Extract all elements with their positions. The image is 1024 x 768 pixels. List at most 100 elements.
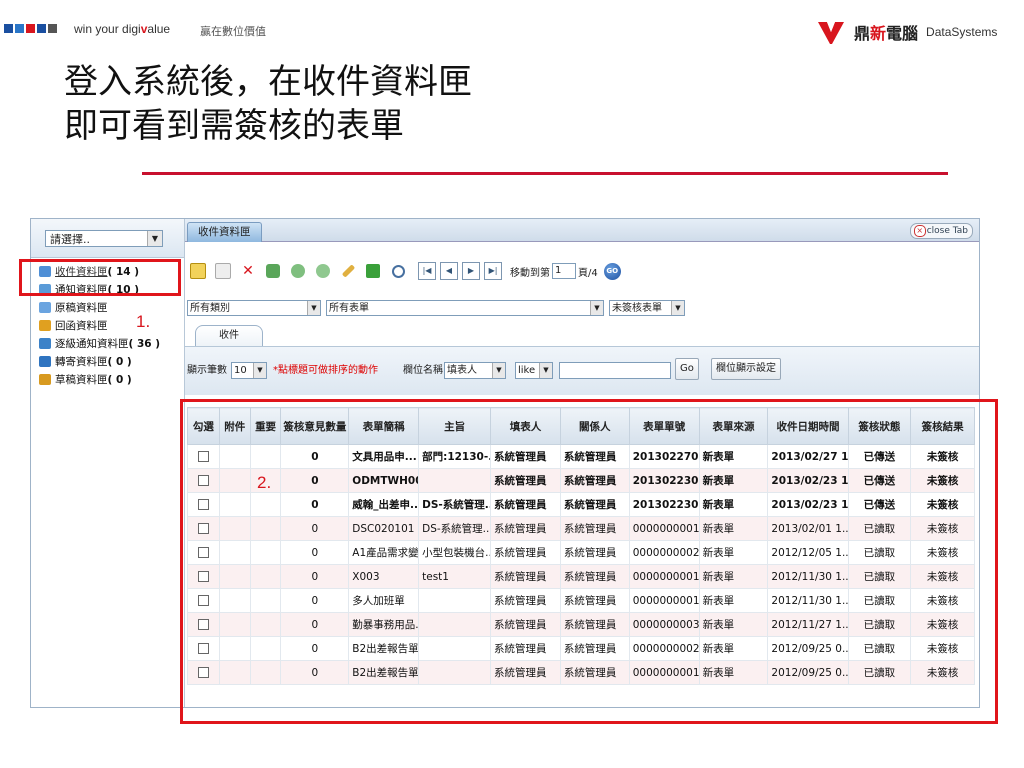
operator-select[interactable]: like ▼: [515, 362, 553, 379]
edit-button[interactable]: [339, 262, 357, 280]
col-header-source[interactable]: 表單來源: [698, 407, 769, 445]
cell-attachment: [218, 612, 251, 637]
col-header-subject[interactable]: 主旨: [418, 407, 492, 445]
col-header-attachment[interactable]: 附件: [218, 407, 251, 445]
prev-page-button[interactable]: ◀: [440, 262, 458, 280]
search-input[interactable]: [559, 362, 671, 379]
sidebar-item-escalation[interactable]: 逐級通知資料匣( 36 ): [31, 335, 184, 353]
chevron-down-icon: ▼: [307, 301, 320, 315]
row-checkbox[interactable]: [197, 595, 209, 606]
cell-filler: 系統管理員: [490, 516, 561, 541]
cell-sign-status: 已讀取: [847, 612, 912, 637]
title-underline: [142, 172, 948, 175]
cell-subject: [418, 636, 492, 661]
row-checkbox[interactable]: [197, 667, 209, 678]
reload-button[interactable]: [364, 262, 382, 280]
col-header-related[interactable]: 關係人: [559, 407, 630, 445]
row-checkbox[interactable]: [197, 523, 209, 534]
new-form-button[interactable]: [189, 262, 207, 280]
row-checkbox[interactable]: [197, 451, 209, 462]
cell-select: [187, 492, 220, 517]
row-checkbox[interactable]: [197, 475, 209, 486]
row-checkbox[interactable]: [197, 499, 209, 510]
sidebar-item-label: 逐級通知資料匣: [55, 338, 129, 350]
table-row[interactable]: 0威翰_出差申...DS-系統管理...系統管理員系統管理員2013022300…: [187, 492, 975, 517]
sidebar-item-draft-original[interactable]: 原稿資料匣: [31, 299, 184, 317]
column-settings-button[interactable]: 欄位顯示設定: [711, 358, 781, 380]
delete-form-button[interactable]: [214, 262, 232, 280]
table-row[interactable]: 0 B2出差報告單 系統管理員 系統管理員 0000000002 新表單 2012/09/2…: [187, 636, 975, 661]
col-header-form-no[interactable]: 表單單號: [628, 407, 700, 445]
tab-inbox[interactable]: 收件資料匣: [187, 222, 262, 242]
row-checkbox[interactable]: [197, 547, 209, 558]
pagination: |◀ ◀ ▶ ▶|: [418, 262, 506, 280]
table-header-row: 勾選 附件 重要 簽核意見數量 表單簡稱 主旨 填表人 關係人 表單單號 表單來…: [187, 407, 975, 445]
table-row[interactable]: 0文具用品申...部門:12130-...系統管理員系統管理員201302270…: [187, 444, 975, 469]
search-go-button[interactable]: Go: [675, 358, 699, 380]
go-page-button[interactable]: GO: [603, 262, 621, 280]
inbox-table: 勾選 附件 重要 簽核意見數量 表單簡稱 主旨 填表人 關係人 表單單號 表單來…: [187, 407, 975, 685]
tab-receive[interactable]: 收件: [195, 325, 263, 346]
cell-filler: 系統管理員: [490, 588, 561, 613]
col-header-select[interactable]: 勾選: [187, 407, 220, 445]
next-page-button[interactable]: ▶: [462, 262, 480, 280]
cell-sign-result: 未簽核: [910, 564, 975, 589]
form-select[interactable]: 所有表單 ▼: [326, 300, 604, 316]
cell-select: [187, 636, 220, 661]
table-row[interactable]: 0A1產品需求變...小型包裝機台...系統管理員系統管理員0000000002…: [187, 540, 975, 565]
refresh-button[interactable]: [289, 262, 307, 280]
remove-button[interactable]: ✕: [239, 262, 257, 280]
cell-related: 系統管理員: [559, 588, 630, 613]
col-header-comment-count[interactable]: 簽核意見數量: [280, 407, 350, 445]
row-checkbox[interactable]: [197, 619, 209, 630]
col-header-received-at[interactable]: 收件日期時間: [767, 407, 849, 445]
row-checkbox[interactable]: [197, 571, 209, 582]
table-row[interactable]: 0 B2出差報告單 系統管理員 系統管理員 0000000001 新表單 2012/09/2…: [187, 660, 975, 685]
sidebar-item-drafts[interactable]: 草稿資料匣( 0 ): [31, 371, 184, 389]
sidebar-item-reply[interactable]: 回函資料匣: [31, 317, 184, 335]
page-size-select[interactable]: 10 ▼: [231, 362, 267, 379]
sidebar-item-forward[interactable]: 轉寄資料匣( 0 ): [31, 353, 184, 371]
col-header-important[interactable]: 重要: [249, 407, 282, 445]
sidebar-item-notice[interactable]: 通知資料匣( 10 ): [31, 281, 184, 299]
first-page-button[interactable]: |◀: [418, 262, 436, 280]
brand-square: [15, 24, 24, 33]
field-name-select[interactable]: 填表人 ▼: [444, 362, 506, 379]
cell-form-name: B2出差報告單: [348, 660, 420, 685]
cell-select: [187, 660, 220, 685]
close-tab-button[interactable]: × close Tab: [909, 223, 973, 239]
recycle-button[interactable]: [264, 262, 282, 280]
cell-important: [249, 636, 282, 661]
sign-button[interactable]: [314, 262, 332, 280]
table-row[interactable]: 0ODMTWH002系統管理員系統管理員201302230001新表單2013/…: [187, 468, 975, 493]
sidebar-header: 請選擇.. ▼: [31, 219, 184, 258]
col-header-sign-result[interactable]: 簽核結果: [910, 407, 975, 445]
table-row[interactable]: 0 多人加班單 系統管理員 系統管理員 0000000001 新表單 2012/11/30 …: [187, 588, 975, 613]
table-row[interactable]: 0 DSC020101 DS-系統管理... 系統管理員 系統管理員 0000000001…: [187, 516, 975, 541]
table-row[interactable]: 0 勤暴事務用品... 系統管理員 系統管理員 0000000003 新表單 2012/11…: [187, 612, 975, 637]
page-number-input[interactable]: 1: [552, 263, 576, 279]
status-select[interactable]: 未簽核表單 ▼: [609, 300, 685, 316]
cell-filler: 系統管理員: [490, 468, 561, 493]
cell-comment-count: 0: [280, 660, 350, 685]
sidebar-item-count: ( 36 ): [128, 338, 161, 350]
cell-filler: 系統管理員: [490, 660, 561, 685]
cell-select: [187, 516, 220, 541]
col-header-filler[interactable]: 填表人: [490, 407, 561, 445]
sidebar-item-inbox[interactable]: 收件資料匣( 14 ): [31, 263, 184, 281]
col-header-form-name[interactable]: 表單簡稱: [348, 407, 420, 445]
folder-select[interactable]: 請選擇.. ▼: [45, 230, 163, 247]
search-button[interactable]: [389, 262, 407, 280]
cell-sign-result: 未簽核: [910, 540, 975, 565]
table-row[interactable]: 0 X003 test1 系統管理員 系統管理員 0000000001 新表單 2012/11…: [187, 564, 975, 589]
sidebar-item-count: ( 10 ): [107, 284, 140, 296]
last-page-button[interactable]: ▶|: [484, 262, 502, 280]
brand-squares: [4, 24, 57, 33]
recycle-bin-icon: [266, 264, 280, 278]
category-select[interactable]: 所有類別 ▼: [187, 300, 321, 316]
cell-form-name: 文具用品申...: [348, 444, 420, 469]
col-header-sign-status[interactable]: 簽核狀態: [847, 407, 912, 445]
cell-form-no: 0000000003: [628, 612, 700, 637]
row-checkbox[interactable]: [197, 643, 209, 654]
cell-form-no: 0000000002: [628, 636, 700, 661]
